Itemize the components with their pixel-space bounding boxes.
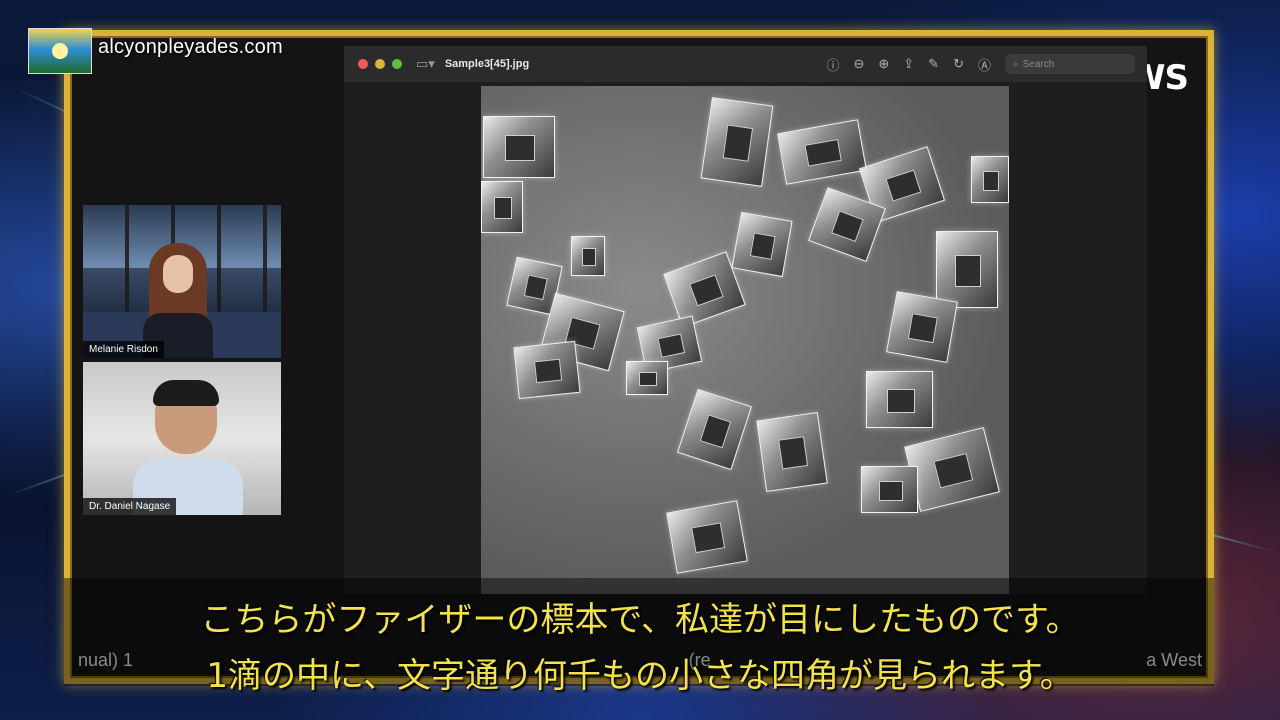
crystal [666, 500, 748, 574]
sun-icon [52, 43, 68, 59]
markup-icon[interactable]: ✎ [928, 56, 939, 72]
crystal [936, 231, 998, 308]
minimize-button[interactable] [375, 59, 385, 69]
crystal [626, 361, 668, 395]
search-field[interactable]: ⌕ Search [1005, 54, 1135, 74]
crystal [866, 371, 933, 428]
crystal [731, 211, 793, 278]
crystal [756, 412, 828, 492]
crystal [904, 427, 1000, 512]
crystal [481, 181, 523, 233]
window-title: Sample3[45].jpg [444, 58, 530, 70]
share-icon[interactable]: ⇪ [903, 56, 914, 72]
crystal [886, 291, 958, 363]
participant-name: Dr. Daniel Nagase [83, 498, 177, 515]
site-logo [28, 28, 92, 74]
zoom-out-icon[interactable]: ⊖ [853, 56, 864, 72]
crystal [700, 97, 774, 187]
crystal [677, 388, 752, 471]
rotate-icon[interactable]: ↻ [953, 56, 964, 72]
crystal [571, 236, 605, 276]
zoom-in-icon[interactable]: ⊕ [878, 56, 889, 72]
video-tile-melanie[interactable]: Melanie Risdon [83, 205, 281, 358]
annotate-icon[interactable]: Ⓐ [978, 55, 991, 74]
subtitle-line-2: 1滴の中に、文字通り何千もの小さな四角が見られます。 [206, 656, 1074, 696]
crystal [513, 340, 581, 400]
subtitle-line-1: こちらがファイザーの標本で、私達が目にしたものです。 [200, 600, 1080, 640]
viewer-titlebar: ▭▾ Sample3[45].jpg ⓘ ⊖ ⊕ ⇪ ✎ ↻ Ⓐ ⌕ Searc… [344, 46, 1147, 82]
video-tile-daniel[interactable]: Dr. Daniel Nagase [83, 362, 281, 515]
zoom-button[interactable] [392, 59, 402, 69]
close-button[interactable] [358, 59, 368, 69]
site-name: alcyonpleyades.com [98, 36, 283, 58]
info-icon[interactable]: ⓘ [826, 55, 839, 74]
search-icon: ⌕ [1013, 58, 1019, 70]
crystal [483, 116, 555, 178]
microscope-image [481, 86, 1009, 594]
participant-name: Melanie Risdon [83, 341, 164, 358]
toolbar: ⓘ ⊖ ⊕ ⇪ ✎ ↻ Ⓐ ⌕ Search [826, 54, 1135, 74]
participant-avatar [133, 380, 243, 515]
sidebar-icon[interactable]: ▭▾ [416, 56, 435, 72]
crystal [777, 119, 867, 185]
crystal [971, 156, 1009, 203]
search-placeholder: Search [1022, 58, 1055, 70]
crystal [861, 466, 918, 513]
image-viewer-window: ▭▾ Sample3[45].jpg ⓘ ⊖ ⊕ ⇪ ✎ ↻ Ⓐ ⌕ Searc… [344, 46, 1147, 594]
